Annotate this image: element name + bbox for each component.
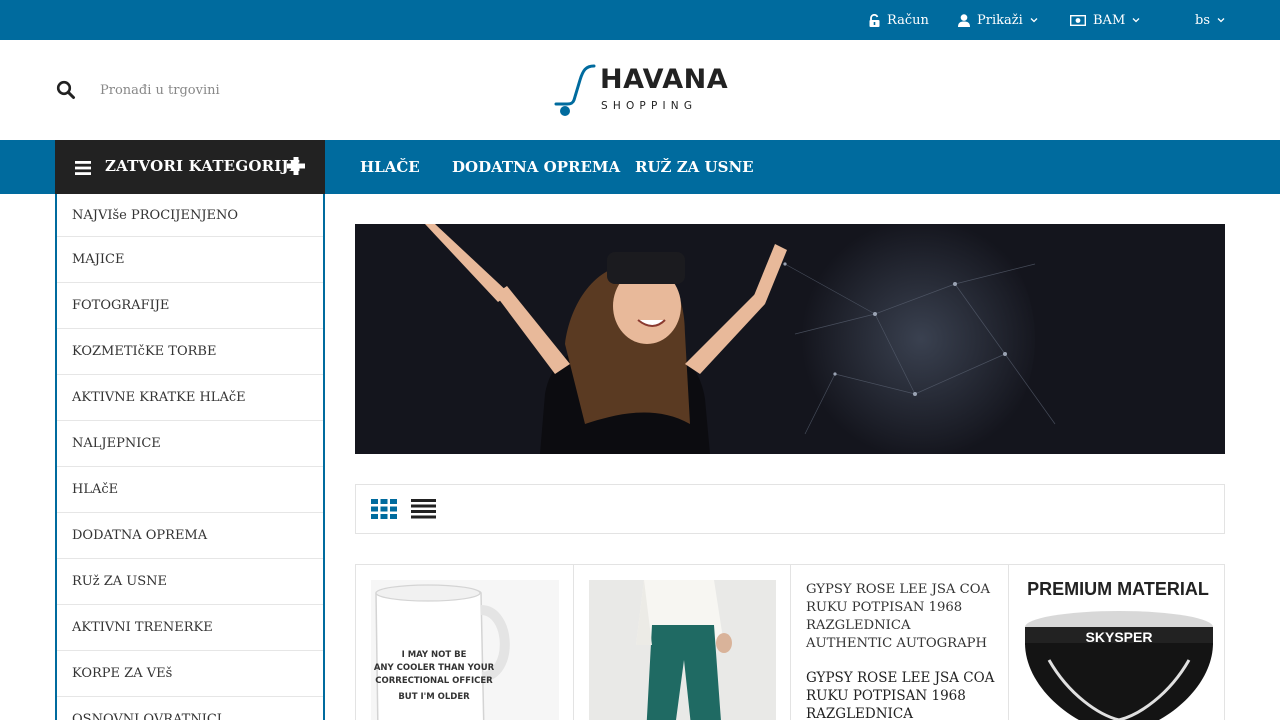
sidebar-item-naljepnice[interactable]: NALJEPNICE	[57, 421, 323, 467]
promo-banner[interactable]	[355, 224, 1225, 454]
category-sidebar: NAJVIše PROCIJENJENO MAJICE FOTOGRAFIJE …	[55, 194, 325, 720]
language-label: bs	[1195, 12, 1210, 28]
underwear-product-image[interactable]: PREMIUM MATERIAL SKYSPER	[1009, 565, 1224, 720]
view-toggle-bar	[355, 484, 1225, 534]
chevron-down-icon	[1030, 17, 1038, 23]
categories-toggle-label: ZATVORI KATEGORIJE	[105, 157, 301, 175]
account-label: Račun	[887, 12, 929, 28]
grid-view-icon[interactable]	[371, 499, 397, 523]
sidebar-item-ruz-za-usne[interactable]: RUž ZA USNE	[57, 559, 323, 605]
currency-menu[interactable]: BAM	[1070, 0, 1140, 40]
cart-logo-icon	[554, 64, 596, 116]
list-view-icon[interactable]	[411, 499, 436, 523]
mug-text-line: CORRECTIONAL OFFICER	[375, 676, 493, 686]
search-icon[interactable]	[56, 80, 76, 100]
product-card[interactable]: I MAY NOT BE ANY COOLER THAN YOUR CORREC…	[356, 565, 574, 720]
product-grid: I MAY NOT BE ANY COOLER THAN YOUR CORREC…	[355, 564, 1225, 720]
mug-text-line: I MAY NOT BE	[402, 650, 467, 660]
logo-title: HAVANA	[600, 64, 729, 95]
search-input[interactable]	[92, 76, 312, 104]
sidebar-item-aktivni-trenerke[interactable]: AKTIVNI TRENERKE	[57, 605, 323, 651]
mug-text-line: ANY COOLER THAN YOUR	[374, 663, 495, 673]
menu-bars-icon	[75, 160, 91, 179]
product-banner-text: PREMIUM MATERIAL	[1027, 579, 1209, 599]
user-icon	[958, 13, 970, 27]
chevron-down-icon	[1132, 17, 1140, 23]
sidebar-item-majice[interactable]: MAJICE	[57, 237, 323, 283]
site-logo[interactable]: HAVANA SHOPPING	[552, 62, 742, 120]
product-name[interactable]: GYPSY ROSE LEE JSA COA RUKU POTPISAN 196…	[806, 669, 1001, 720]
sidebar-item-hlace[interactable]: HLAčE	[57, 467, 323, 513]
account-menu[interactable]: Račun	[869, 0, 929, 40]
product-brand-text: SKYSPER	[1086, 629, 1153, 645]
money-icon	[1070, 14, 1086, 26]
product-card[interactable]	[574, 565, 791, 720]
currency-label: BAM	[1093, 12, 1126, 28]
nav-link-ruz-za-usne[interactable]: RUŽ ZA USNE	[635, 140, 754, 194]
pants-product-image[interactable]	[574, 565, 791, 720]
site-header: HAVANA SHOPPING	[0, 40, 1280, 140]
product-card[interactable]: PREMIUM MATERIAL SKYSPER	[1009, 565, 1224, 720]
show-menu[interactable]: Prikaži	[958, 0, 1038, 40]
vr-banner-image	[355, 224, 1225, 454]
product-card[interactable]: GYPSY ROSE LEE JSA COA RUKU POTPISAN 196…	[791, 565, 1009, 720]
sidebar-item-dodatna-oprema[interactable]: DODATNA OPREMA	[57, 513, 323, 559]
plus-icon	[287, 157, 305, 179]
chevron-down-icon	[1217, 17, 1225, 23]
sidebar-item-najvise-procijenjeno[interactable]: NAJVIše PROCIJENJENO	[57, 194, 323, 237]
mug-text-line: BUT I'M OLDER	[398, 692, 470, 702]
top-bar: Račun Prikaži BAM bs	[0, 0, 1280, 40]
mug-product-image[interactable]: I MAY NOT BE ANY COOLER THAN YOUR CORREC…	[356, 565, 574, 720]
show-label: Prikaži	[977, 12, 1023, 28]
lock-icon	[869, 13, 880, 27]
sidebar-item-osnovni-ovratnici[interactable]: OSNOVNI OVRATNICI	[57, 697, 323, 720]
sidebar-item-fotografije[interactable]: FOTOGRAFIJE	[57, 283, 323, 329]
nav-link-hlace[interactable]: HLAČE	[360, 140, 420, 194]
logo-subtitle: SHOPPING	[601, 100, 698, 112]
sidebar-item-korpe-za-ves[interactable]: KORPE ZA VEš	[57, 651, 323, 697]
broken-image-alt-text[interactable]: GYPSY ROSE LEE JSA COA RUKU POTPISAN 196…	[806, 581, 996, 653]
nav-link-dodatna-oprema[interactable]: DODATNA OPREMA	[452, 140, 620, 194]
sidebar-item-aktivne-kratke-hlace[interactable]: AKTIVNE KRATKE HLAčE	[57, 375, 323, 421]
categories-toggle-button[interactable]: ZATVORI KATEGORIJE	[55, 140, 325, 194]
language-menu[interactable]: bs	[1195, 0, 1225, 40]
sidebar-item-kozmeticke-torbe[interactable]: KOZMETIčKE TORBE	[57, 329, 323, 375]
